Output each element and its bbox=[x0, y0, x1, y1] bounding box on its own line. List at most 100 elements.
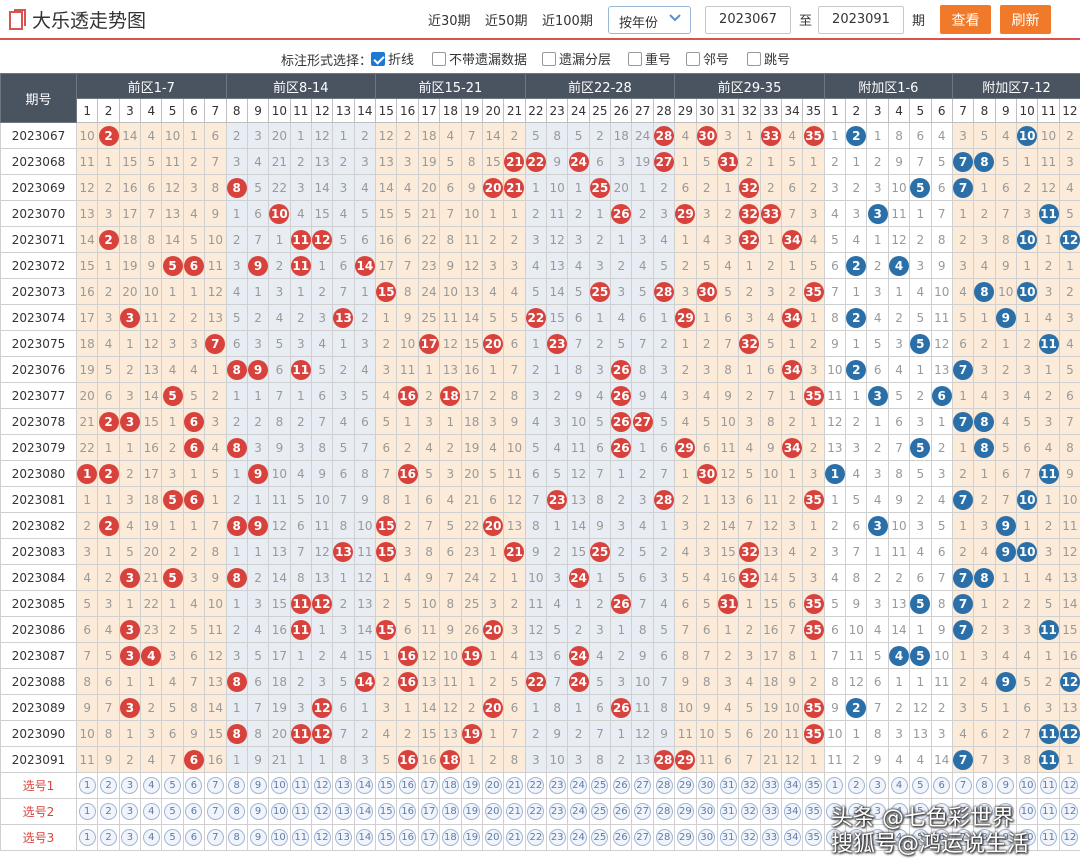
pick-ball[interactable]: 29 bbox=[676, 803, 694, 820]
pick-ball[interactable]: 31 bbox=[719, 777, 737, 794]
pick-ball[interactable]: 6 bbox=[185, 829, 203, 846]
pick-ball[interactable]: 17 bbox=[420, 777, 438, 794]
pick-ball[interactable]: 9 bbox=[249, 829, 267, 846]
pick-cell[interactable]: 26 bbox=[610, 798, 633, 825]
option-6[interactable]: 跳号 bbox=[747, 49, 790, 68]
pick-ball[interactable]: 9 bbox=[249, 803, 267, 820]
pick-cell[interactable]: 26 bbox=[610, 772, 633, 799]
pick-ball[interactable]: 10 bbox=[1018, 777, 1036, 794]
pick-cell[interactable]: 18 bbox=[439, 824, 462, 851]
pick-cell[interactable]: 18 bbox=[439, 772, 462, 799]
pick-ball[interactable]: 17 bbox=[420, 829, 438, 846]
pick-cell[interactable]: 21 bbox=[503, 798, 526, 825]
pick-ball[interactable]: 8 bbox=[975, 777, 993, 794]
pick-cell[interactable]: 27 bbox=[631, 798, 654, 825]
pick-cell[interactable]: 12 bbox=[310, 772, 334, 799]
pick-ball[interactable]: 29 bbox=[676, 777, 694, 794]
pick-ball[interactable]: 12 bbox=[1061, 777, 1079, 794]
pick-ball[interactable]: 7 bbox=[954, 777, 972, 794]
pick-ball[interactable]: 5 bbox=[911, 777, 929, 794]
pick-cell[interactable]: 20 bbox=[481, 772, 505, 799]
pick-cell[interactable]: 32 bbox=[738, 772, 761, 799]
option-checkbox[interactable] bbox=[542, 52, 556, 66]
pick-cell[interactable]: 10 bbox=[268, 798, 291, 825]
pick-cell[interactable]: 35 bbox=[802, 772, 825, 799]
pick-cell[interactable]: 9 bbox=[994, 772, 1018, 799]
pick-ball[interactable]: 1 bbox=[826, 777, 844, 794]
pick-ball[interactable]: 1 bbox=[78, 777, 96, 794]
pick-ball[interactable]: 30 bbox=[698, 777, 716, 794]
recent-30-link[interactable]: 近30期 bbox=[428, 10, 471, 29]
pick-ball[interactable]: 11 bbox=[292, 829, 310, 846]
pick-ball[interactable]: 26 bbox=[612, 777, 630, 794]
pick-cell[interactable]: 25 bbox=[588, 772, 612, 799]
option-checkbox[interactable] bbox=[628, 52, 642, 66]
pick-cell[interactable]: 22 bbox=[524, 798, 548, 825]
pick-ball[interactable]: 31 bbox=[719, 803, 737, 820]
pick-cell[interactable]: 8 bbox=[973, 772, 996, 799]
recent-50-link[interactable]: 近50期 bbox=[485, 10, 528, 29]
pick-ball[interactable]: 22 bbox=[527, 777, 545, 794]
pick-ball[interactable]: 16 bbox=[399, 803, 417, 820]
pick-cell[interactable]: 26 bbox=[610, 824, 633, 851]
pick-ball[interactable]: 10 bbox=[270, 777, 288, 794]
pick-cell[interactable]: 33 bbox=[759, 824, 783, 851]
pick-ball[interactable]: 19 bbox=[463, 777, 481, 794]
pick-ball[interactable]: 7 bbox=[206, 829, 224, 846]
pick-ball[interactable]: 11 bbox=[292, 777, 310, 794]
pick-cell[interactable]: 23 bbox=[546, 824, 569, 851]
pick-cell[interactable]: 14 bbox=[353, 798, 377, 825]
pick-cell[interactable]: 24 bbox=[567, 772, 590, 799]
pick-ball[interactable]: 22 bbox=[527, 803, 545, 820]
pick-cell[interactable]: 24 bbox=[567, 798, 590, 825]
pick-cell[interactable]: 1 bbox=[75, 824, 99, 851]
pick-ball[interactable]: 27 bbox=[634, 777, 652, 794]
pick-cell[interactable]: 23 bbox=[546, 798, 569, 825]
pick-cell[interactable]: 14 bbox=[353, 772, 377, 799]
recent-100-link[interactable]: 近100期 bbox=[542, 10, 593, 29]
pick-cell[interactable]: 9 bbox=[246, 824, 270, 851]
pick-cell[interactable]: 23 bbox=[546, 772, 569, 799]
pick-cell[interactable]: 12 bbox=[1058, 772, 1080, 799]
pick-cell[interactable]: 13 bbox=[332, 824, 355, 851]
pick-cell[interactable]: 1 bbox=[823, 772, 847, 799]
pick-cell[interactable]: 5 bbox=[161, 798, 184, 825]
pick-cell[interactable]: 10 bbox=[268, 772, 291, 799]
pick-ball[interactable]: 32 bbox=[740, 777, 758, 794]
pick-cell[interactable]: 15 bbox=[375, 824, 398, 851]
pick-ball[interactable]: 35 bbox=[805, 777, 823, 794]
pick-cell[interactable]: 21 bbox=[503, 772, 526, 799]
pick-ball[interactable]: 30 bbox=[698, 803, 716, 820]
pick-cell[interactable]: 12 bbox=[1058, 798, 1080, 825]
pick-cell[interactable]: 2 bbox=[97, 772, 120, 799]
pick-cell[interactable]: 24 bbox=[567, 824, 590, 851]
pick-cell[interactable]: 19 bbox=[460, 824, 483, 851]
pick-cell[interactable]: 14 bbox=[353, 824, 377, 851]
pick-ball[interactable]: 35 bbox=[805, 829, 823, 846]
pick-ball[interactable]: 4 bbox=[142, 803, 160, 820]
pick-cell[interactable]: 29 bbox=[674, 798, 697, 825]
pick-ball[interactable]: 12 bbox=[313, 803, 331, 820]
pick-ball[interactable]: 14 bbox=[356, 829, 374, 846]
pick-cell[interactable]: 13 bbox=[332, 798, 355, 825]
pick-cell[interactable]: 29 bbox=[674, 824, 697, 851]
option-checkbox[interactable] bbox=[747, 52, 761, 66]
pick-ball[interactable]: 18 bbox=[441, 777, 459, 794]
pick-ball[interactable]: 24 bbox=[570, 829, 588, 846]
pick-cell[interactable]: 8 bbox=[225, 824, 248, 851]
pick-ball[interactable]: 26 bbox=[612, 803, 630, 820]
pick-cell[interactable]: 11 bbox=[289, 798, 312, 825]
pick-cell[interactable]: 28 bbox=[652, 798, 676, 825]
pick-cell[interactable]: 28 bbox=[652, 772, 676, 799]
pick-ball[interactable]: 6 bbox=[185, 803, 203, 820]
pick-cell[interactable]: 6 bbox=[930, 772, 953, 799]
pick-ball[interactable]: 28 bbox=[655, 803, 673, 820]
pick-ball[interactable]: 12 bbox=[313, 777, 331, 794]
option-1[interactable]: 折线 bbox=[371, 49, 414, 68]
pick-cell[interactable]: 20 bbox=[481, 798, 505, 825]
pick-cell[interactable]: 16 bbox=[396, 772, 419, 799]
query-button[interactable]: 查看 bbox=[940, 5, 991, 34]
pick-cell[interactable]: 12 bbox=[1058, 824, 1080, 851]
year-select[interactable]: 按年份 bbox=[608, 6, 691, 34]
option-3[interactable]: 遗漏分层 bbox=[542, 49, 611, 68]
